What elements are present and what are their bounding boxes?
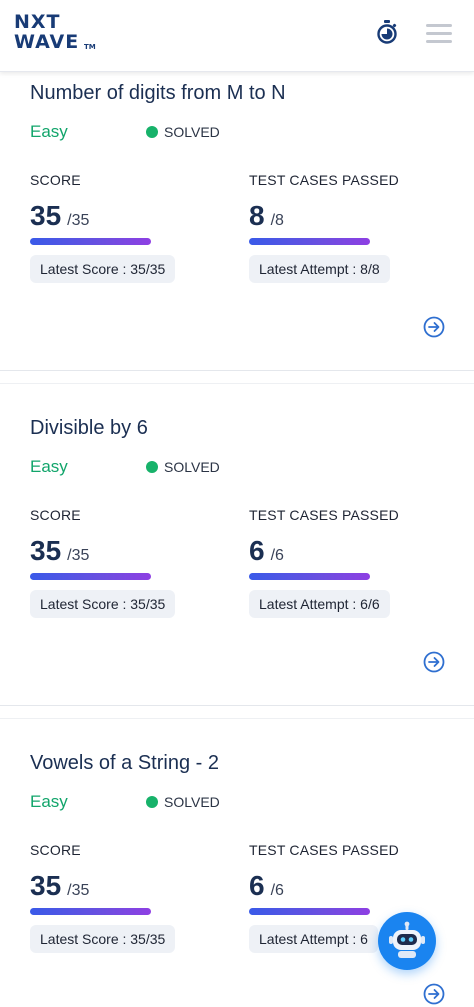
- score-value: 35: [30, 200, 62, 231]
- status-badge: SOLVED: [146, 459, 220, 475]
- tests-label: TEST CASES PASSED: [249, 172, 399, 188]
- nxtwave-logo[interactable]: NXT WAVE TM: [14, 12, 104, 56]
- score-metric: SCORE 35 /35 Latest Score : 35/35: [30, 172, 230, 283]
- score-progress-bar: [30, 573, 151, 580]
- logo-line-2: WAVE: [14, 31, 80, 53]
- latest-score-pill: Latest Score : 35/35: [30, 255, 176, 283]
- score-metric: SCORE 35 /35 Latest Score : 35/35: [30, 507, 230, 618]
- score-progress-bar: [30, 908, 151, 915]
- tests-metric: TEST CASES PASSED 8 /8 Latest Attempt : …: [249, 172, 449, 283]
- difficulty-label: Easy: [30, 457, 68, 476]
- score-total: /35: [67, 547, 90, 564]
- status-text: SOLVED: [164, 459, 220, 475]
- problem-title: Number of digits from M to N: [30, 82, 286, 104]
- logo-line-1: NXT: [14, 11, 61, 33]
- problem-card[interactable]: Number of digits from M to N Easy SOLVED…: [0, 72, 474, 372]
- solved-dot-icon: [146, 796, 158, 808]
- score-total: /35: [67, 882, 90, 899]
- score-value: 35: [30, 535, 62, 566]
- tests-label: TEST CASES PASSED: [249, 842, 399, 858]
- robot-icon: [389, 921, 425, 958]
- solved-dot-icon: [146, 126, 158, 138]
- score-label: SCORE: [30, 172, 81, 188]
- arrow-right-circle-icon[interactable]: [423, 316, 445, 338]
- status-badge: SOLVED: [146, 124, 220, 140]
- tests-label: TEST CASES PASSED: [249, 507, 399, 523]
- latest-attempt-pill: Latest Attempt : 6/6: [249, 590, 390, 618]
- app-header: NXT WAVE TM: [0, 0, 474, 72]
- card-divider: [0, 705, 474, 719]
- tests-total: /6: [270, 882, 284, 899]
- tests-progress-bar: [249, 238, 370, 245]
- arrow-right-circle-icon[interactable]: [423, 983, 445, 1005]
- difficulty-label: Easy: [30, 792, 68, 811]
- score-label: SCORE: [30, 842, 81, 858]
- latest-attempt-pill: Latest Attempt : 8/8: [249, 255, 390, 283]
- latest-attempt-pill: Latest Attempt : 6: [249, 925, 378, 953]
- hamburger-menu-icon[interactable]: [426, 24, 454, 44]
- difficulty-label: Easy: [30, 122, 68, 141]
- menu-line: [426, 24, 452, 27]
- tests-progress-bar: [249, 908, 370, 915]
- solved-dot-icon: [146, 461, 158, 473]
- arrow-right-circle-icon[interactable]: [423, 651, 445, 673]
- menu-line: [426, 32, 452, 35]
- tests-progress-bar: [249, 573, 370, 580]
- problem-card[interactable]: Divisible by 6 Easy SOLVED SCORE 35 /35 …: [0, 407, 474, 707]
- tests-total: /8: [270, 212, 284, 229]
- menu-line: [426, 40, 452, 43]
- score-total: /35: [67, 212, 90, 229]
- tests-value: 6: [249, 535, 265, 566]
- score-value: 35: [30, 870, 62, 901]
- latest-score-pill: Latest Score : 35/35: [30, 925, 176, 953]
- tests-total: /6: [270, 547, 284, 564]
- tests-metric: TEST CASES PASSED 6 /6 Latest Attempt : …: [249, 507, 449, 618]
- status-badge: SOLVED: [146, 794, 220, 810]
- logo-trademark: TM: [84, 43, 96, 51]
- score-label: SCORE: [30, 507, 81, 523]
- latest-score-pill: Latest Score : 35/35: [30, 590, 176, 618]
- chatbot-button[interactable]: [378, 912, 436, 970]
- status-text: SOLVED: [164, 794, 220, 810]
- tests-value: 8: [249, 200, 265, 231]
- problem-title: Divisible by 6: [30, 417, 148, 439]
- problem-title: Vowels of a String - 2: [30, 752, 219, 774]
- score-metric: SCORE 35 /35 Latest Score : 35/35: [30, 842, 230, 953]
- score-progress-bar: [30, 238, 151, 245]
- stopwatch-icon[interactable]: [376, 20, 398, 44]
- status-text: SOLVED: [164, 124, 220, 140]
- card-divider: [0, 370, 474, 384]
- tests-value: 6: [249, 870, 265, 901]
